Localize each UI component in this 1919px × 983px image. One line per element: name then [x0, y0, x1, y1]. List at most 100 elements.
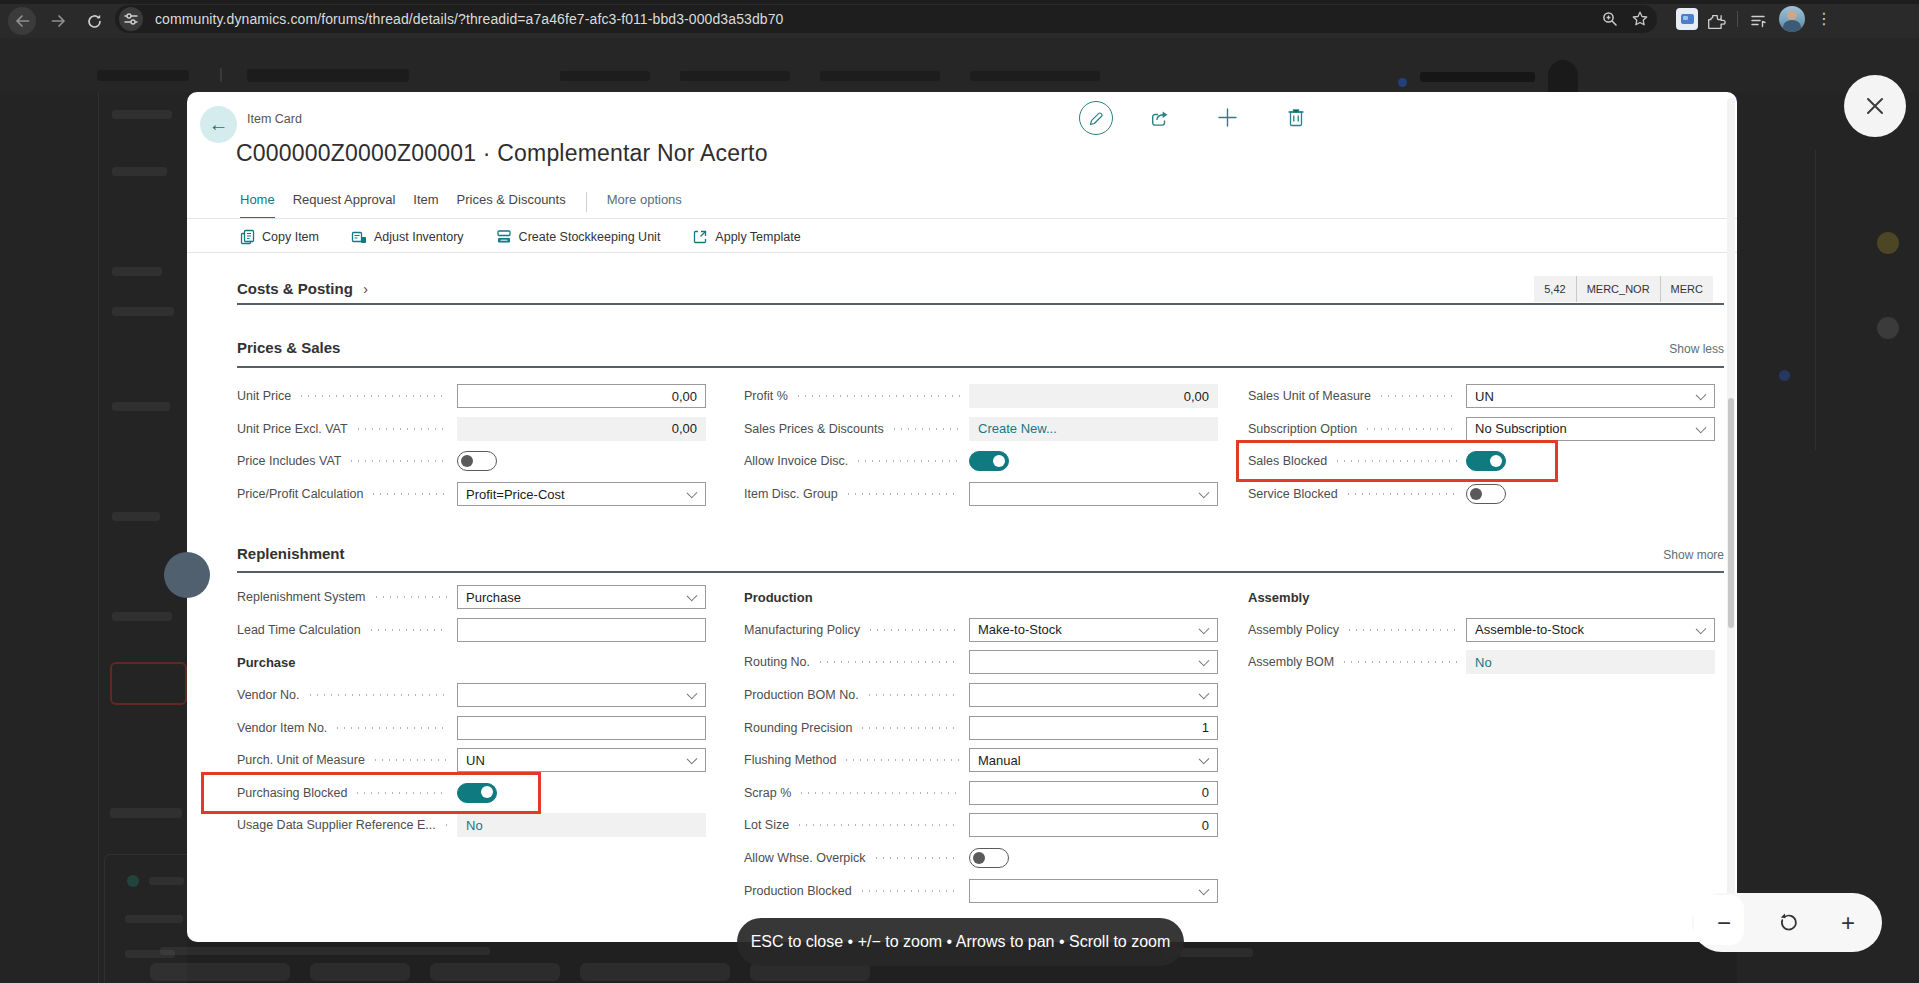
- field-row-allow-whse-overpick: Allow Whse. Overpick: [744, 842, 1218, 875]
- select-routing-no[interactable]: [969, 650, 1218, 674]
- tab-home[interactable]: Home: [240, 192, 275, 214]
- zoom-page-icon[interactable]: [1601, 10, 1619, 32]
- toggle-allow-whse-overpick[interactable]: [969, 848, 1009, 868]
- field-row-sales-blocked: Sales Blocked: [1248, 445, 1715, 478]
- back-button[interactable]: ←: [200, 106, 237, 143]
- field-label: Production BOM No.: [744, 688, 859, 702]
- chevron-down-icon: [1199, 884, 1210, 895]
- chevron-down-icon: [1199, 754, 1210, 765]
- field-value: UN: [466, 753, 679, 768]
- show-less-link[interactable]: Show less: [1669, 342, 1724, 356]
- red-highlight-box: [201, 772, 541, 814]
- delete-icon[interactable]: [1287, 107, 1305, 131]
- field-value: 0,00: [466, 421, 697, 436]
- extension-shortcut-icon[interactable]: [1676, 8, 1698, 30]
- select-production-blocked[interactable]: [969, 879, 1218, 903]
- field-row-service-blocked: Service Blocked: [1248, 478, 1715, 511]
- profile-avatar[interactable]: [1779, 6, 1805, 32]
- field-row-profit: Profit %0,00: [744, 380, 1218, 413]
- action-apply-template[interactable]: Apply Template: [692, 229, 800, 245]
- select-replenishment-system[interactable]: Purchase: [457, 585, 706, 609]
- tab-item[interactable]: Item: [413, 192, 438, 214]
- input-unit-price[interactable]: 0,00: [457, 384, 706, 408]
- zoom-in-button[interactable]: +: [1824, 893, 1872, 952]
- action-copy-item[interactable]: Copy Item: [240, 229, 319, 245]
- chevron-down-icon: [687, 591, 698, 602]
- action-bar: Copy Item Adjust Inventory Create Stockkee…: [240, 224, 801, 250]
- browser-menu-icon[interactable]: ⋮: [1816, 6, 1832, 32]
- field-control-slot: Assemble-to-Stock: [1466, 618, 1715, 642]
- select-manufacturing-policy[interactable]: Make-to-Stock: [969, 618, 1218, 642]
- dotted-leader: [798, 792, 960, 794]
- edit-icon[interactable]: [1079, 101, 1113, 135]
- select-vendor-no[interactable]: [457, 683, 706, 707]
- create-stockkeeping-unit-icon: [496, 229, 512, 245]
- select-subscription-option[interactable]: No Subscription: [1466, 417, 1715, 441]
- section-costs-posting[interactable]: Costs & Posting › 5,42MERC_NORMERC: [237, 280, 1724, 298]
- reading-list-icon[interactable]: [1744, 7, 1772, 35]
- dotted-leader: [859, 890, 960, 892]
- select-flushing-method[interactable]: Manual: [969, 748, 1218, 772]
- field-label: Production Blocked: [744, 884, 852, 898]
- extensions-puzzle-icon[interactable]: [1700, 7, 1728, 35]
- field-control-slot: UN: [1466, 384, 1715, 408]
- chevron-right-icon: ›: [363, 281, 368, 297]
- input-lead-time-calculation[interactable]: [457, 618, 706, 642]
- toggle-allow-invoice-disc[interactable]: [969, 451, 1009, 471]
- browser-reload-button[interactable]: [80, 7, 108, 35]
- select-price-profit-calculation[interactable]: Profit=Price-Cost: [457, 482, 706, 506]
- select-purch-unit-of-measure[interactable]: UN: [457, 748, 706, 772]
- section-title: Prices & Sales: [237, 339, 340, 356]
- tab-request-approval[interactable]: Request Approval: [293, 192, 396, 214]
- bookmark-star-icon[interactable]: [1631, 10, 1649, 32]
- field-control-slot: No: [457, 813, 706, 837]
- field-row-allow-invoice-disc: Allow Invoice Disc.: [744, 445, 1218, 478]
- toggle-service-blocked[interactable]: [1466, 484, 1506, 504]
- action-adjust-inventory[interactable]: Adjust Inventory: [351, 229, 464, 245]
- field-label: Item Disc. Group: [744, 487, 838, 501]
- site-settings-icon[interactable]: [119, 7, 143, 31]
- field-row-production-bom-no: Production BOM No.: [744, 679, 1218, 712]
- input-lot-size[interactable]: 0: [969, 813, 1218, 837]
- field-row-manufacturing-policy: Manufacturing PolicyMake-to-Stock: [744, 614, 1218, 647]
- field-label: Price Includes VAT: [237, 454, 341, 468]
- lightbox-close-button[interactable]: [1844, 75, 1906, 137]
- zoom-reset-button[interactable]: [1758, 893, 1818, 952]
- action-create-stockkeeping-unit[interactable]: Create Stockkeeping Unit: [496, 229, 661, 245]
- select-assembly-policy[interactable]: Assemble-to-Stock: [1466, 618, 1715, 642]
- url-text[interactable]: community.dynamics.com/forums/thread/det…: [155, 11, 783, 27]
- card-scrollbar[interactable]: [1727, 98, 1735, 936]
- field-control-slot: 0,00: [969, 384, 1218, 408]
- add-icon[interactable]: [1217, 107, 1238, 132]
- zoom-out-button[interactable]: −: [1702, 893, 1746, 952]
- tab-prices-discounts[interactable]: Prices & Discounts: [457, 192, 566, 214]
- input-vendor-item-no[interactable]: [457, 716, 706, 740]
- browser-forward-button[interactable]: [44, 7, 72, 35]
- field-value[interactable]: No: [466, 818, 697, 833]
- select-sales-unit-of-measure[interactable]: UN: [1466, 384, 1715, 408]
- field-label: Replenishment System: [237, 590, 366, 604]
- field-value: UN: [1475, 389, 1688, 404]
- select-item-disc-group[interactable]: [969, 482, 1218, 506]
- field-value[interactable]: No: [1475, 655, 1706, 670]
- field-value[interactable]: Create New...: [978, 421, 1209, 436]
- field-control-slot: No Subscription: [1466, 417, 1715, 441]
- field-control-slot: 0: [969, 813, 1218, 837]
- field-row-item-disc-group: Item Disc. Group: [744, 478, 1218, 511]
- dotted-leader: [1345, 493, 1457, 495]
- share-icon[interactable]: [1150, 109, 1170, 132]
- field-label: Flushing Method: [744, 753, 836, 767]
- input-rounding-precision[interactable]: 1: [969, 716, 1218, 740]
- input-scrap[interactable]: 0: [969, 781, 1218, 805]
- toggle-price-includes-vat[interactable]: [457, 451, 497, 471]
- show-more-link[interactable]: Show more: [1663, 548, 1724, 562]
- field-control-slot: Create New...: [969, 417, 1218, 441]
- address-bar[interactable]: community.dynamics.com/forums/thread/det…: [115, 5, 1657, 33]
- select-production-bom-no[interactable]: [969, 683, 1218, 707]
- more-options[interactable]: More options: [607, 192, 682, 214]
- field-label: Lead Time Calculation: [237, 623, 361, 637]
- field-row-purchasing-blocked: Purchasing Blocked: [237, 777, 706, 810]
- dotted-leader: [373, 596, 448, 598]
- readonly-profit: 0,00: [969, 384, 1218, 408]
- browser-back-button[interactable]: [8, 7, 36, 35]
